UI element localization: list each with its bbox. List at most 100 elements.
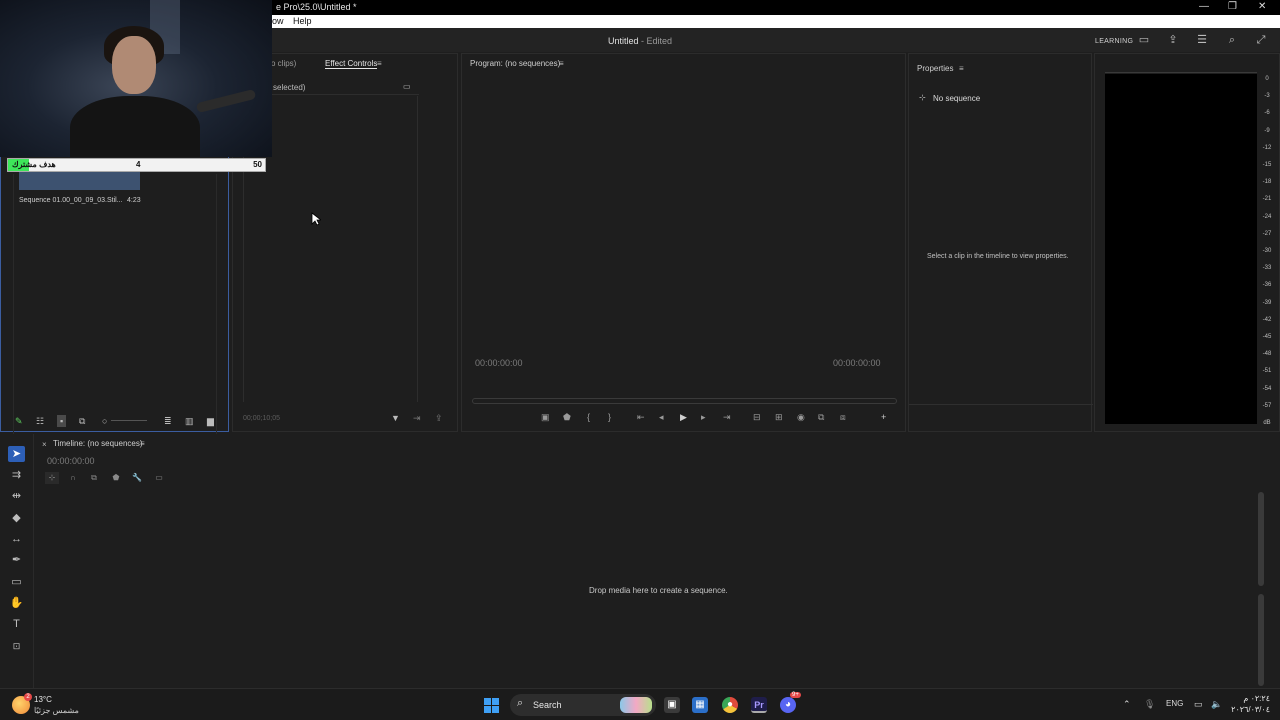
mark-out-icon[interactable]: } [608, 412, 611, 422]
db-scale-label: -9 [1264, 127, 1270, 134]
weather-temperature[interactable]: 13°C [34, 695, 52, 704]
step-forward-icon[interactable]: ▸ [701, 412, 706, 423]
hand-tool-icon[interactable]: ✋ [8, 595, 25, 611]
share-icon[interactable]: ⇪ [1167, 35, 1179, 46]
search-icon[interactable]: ⌕ [1226, 35, 1238, 46]
button-editor-icon[interactable]: + [881, 412, 886, 422]
program-playhead-timecode[interactable]: 00:00:00:00 [475, 358, 523, 368]
premiere-pro-icon[interactable]: Pr [751, 697, 767, 713]
start-button[interactable] [484, 698, 500, 714]
play-icon[interactable]: ▶ [680, 412, 687, 423]
fullscreen-icon[interactable]: ⤢ [1255, 35, 1267, 46]
panel-layout-icon[interactable]: ▭ [1138, 35, 1150, 46]
play-audio-icon[interactable]: ⇥ [413, 413, 421, 423]
db-scale-label: -21 [1262, 196, 1272, 203]
selection-tool-icon[interactable]: ➤ [8, 446, 25, 462]
clock-time[interactable]: ٠٢:٢٤ م [1230, 694, 1270, 703]
tray-overflow-icon[interactable]: ⌃ [1123, 699, 1131, 710]
task-view-icon[interactable]: ▣ [664, 697, 680, 713]
export-icon[interactable]: ⇪ [435, 413, 443, 423]
menu-item-window[interactable]: ow [272, 16, 284, 26]
nest-sequence-icon[interactable]: ⊹ [45, 472, 59, 484]
volume-icon[interactable]: 🔈 [1211, 699, 1222, 710]
go-to-out-icon[interactable]: ⇥ [723, 412, 731, 423]
maximize-button[interactable]: ❐ [1228, 1, 1237, 12]
premiere-window: e Pro\25.0\Untitled * — ❐ ✕ ow Help Unti… [0, 0, 1280, 720]
pen-tool-icon[interactable]: ✒ [8, 552, 25, 568]
sort-icon[interactable]: ≣ [164, 416, 172, 426]
store-icon[interactable]: ▦ [692, 697, 708, 713]
add-marker-icon[interactable]: ⬟ [109, 472, 123, 484]
comparison-view-icon[interactable]: ⧉ [818, 412, 824, 423]
video-track-scrollbar[interactable] [1258, 492, 1264, 586]
program-monitor-menu-icon[interactable]: ≡ [559, 59, 564, 68]
type-tool-icon[interactable]: T [8, 616, 25, 632]
webcam-overlay [0, 0, 272, 157]
weather-condition[interactable]: مشمس جزئيًا [34, 706, 79, 715]
caption-tool-icon[interactable]: ⊡ [8, 638, 25, 654]
discord-icon[interactable]: ◕ [780, 697, 796, 713]
new-bin-icon[interactable]: ▆ [207, 416, 214, 426]
snap-icon[interactable]: ∩ [66, 472, 80, 484]
filter-icon[interactable]: ▼ [391, 413, 400, 423]
extract-icon[interactable]: ⊞ [775, 412, 783, 423]
zoom-slider[interactable] [111, 420, 147, 421]
icon-view-icon[interactable]: ▪ [57, 415, 67, 427]
rectangle-tool-icon[interactable]: ▭ [8, 574, 25, 590]
clock-date[interactable]: ٢٠٢٦/٠٣/٠٤ [1230, 705, 1270, 714]
properties-title[interactable]: Properties [917, 64, 953, 73]
quick-actions-icon[interactable]: ☰ [1196, 35, 1208, 46]
language-indicator[interactable]: ENG [1166, 699, 1183, 708]
menu-item-help[interactable]: Help [293, 16, 312, 26]
properties-menu-icon[interactable]: ≡ [959, 64, 964, 73]
timeline-close-icon[interactable]: × [42, 440, 47, 449]
tab-source-clips[interactable]: o clips) [271, 59, 296, 68]
export-frame-icon[interactable]: ◉ [797, 412, 805, 423]
minimize-button[interactable]: — [1199, 1, 1209, 12]
zoom-slider-handle[interactable]: ○ [102, 416, 107, 426]
clip-name[interactable]: Sequence 01.00_00_09_03.Stil... [19, 197, 123, 204]
track-select-tool-icon[interactable]: ⇉ [8, 467, 25, 483]
timeline-menu-icon[interactable]: ≡ [140, 439, 145, 448]
no-clip-selected-label: selected) [273, 83, 306, 92]
microphone-icon[interactable]: 🎙 [1144, 699, 1155, 710]
add-marker-icon[interactable]: ▣ [541, 412, 550, 423]
marker-icon[interactable]: ⬟ [563, 412, 571, 423]
program-monitor-title[interactable]: Program: (no sequences) [470, 59, 560, 68]
tab-effect-controls[interactable]: Effect Controls [325, 59, 378, 69]
audio-track-scrollbar[interactable] [1258, 594, 1264, 686]
pencil-icon[interactable]: ✎ [15, 416, 23, 426]
taskbar-search[interactable]: ⌕ Search [510, 694, 656, 716]
list-view-icon[interactable]: ☷ [36, 416, 44, 426]
go-to-in-icon[interactable]: ⇤ [637, 412, 645, 423]
slip-tool-icon[interactable]: ↔ [8, 531, 25, 547]
db-scale-label: dB [1263, 420, 1271, 426]
timeline-timecode[interactable]: 00:00:00:00 [47, 456, 95, 466]
razor-tool-icon[interactable]: ◆ [8, 510, 25, 526]
linked-selection-icon[interactable]: ⧉ [87, 472, 101, 484]
step-back-icon[interactable]: ◂ [659, 412, 664, 423]
toggle-timeline-view-icon[interactable]: ▭ [403, 82, 411, 92]
timeline-panel: × Timeline: (no sequences) ≡ 00:00:00:00… [36, 434, 1280, 688]
network-icon[interactable]: ▭ [1194, 699, 1203, 710]
timeline-drop-hint: Drop media here to create a sequence. [589, 586, 728, 595]
automate-to-sequence-icon[interactable]: ▥ [185, 416, 194, 426]
workspace-learning-tab[interactable]: LEARNING [1095, 38, 1133, 45]
goal-label: هدف مشترك [12, 160, 56, 169]
vr-video-icon[interactable]: ⧈ [840, 412, 846, 423]
ripple-edit-tool-icon[interactable]: ⇹ [8, 488, 25, 504]
windows-taskbar: 2 13°C مشمس جزئيًا ⌕ Search ▣ ▦ ● Pr ◕ 9… [0, 688, 1280, 720]
audio-meter-top-line [1105, 72, 1257, 73]
wrench-icon[interactable]: 🔧 [130, 472, 144, 484]
chrome-icon[interactable]: ● [722, 697, 738, 713]
timeline-title[interactable]: Timeline: (no sequences) [53, 439, 143, 448]
captions-icon[interactable]: ▭ [152, 472, 166, 484]
clip-thumbnail[interactable] [19, 172, 140, 190]
mark-in-icon[interactable]: { [587, 412, 590, 422]
lift-icon[interactable]: ⊟ [753, 412, 761, 423]
effect-controls-menu-icon[interactable]: ≡ [377, 59, 382, 68]
program-scrub-bar[interactable] [472, 398, 897, 404]
effect-timecode[interactable]: 00;00;10;05 [243, 415, 280, 422]
freeform-view-icon[interactable]: ⧉ [79, 416, 85, 426]
close-button[interactable]: ✕ [1258, 1, 1266, 12]
